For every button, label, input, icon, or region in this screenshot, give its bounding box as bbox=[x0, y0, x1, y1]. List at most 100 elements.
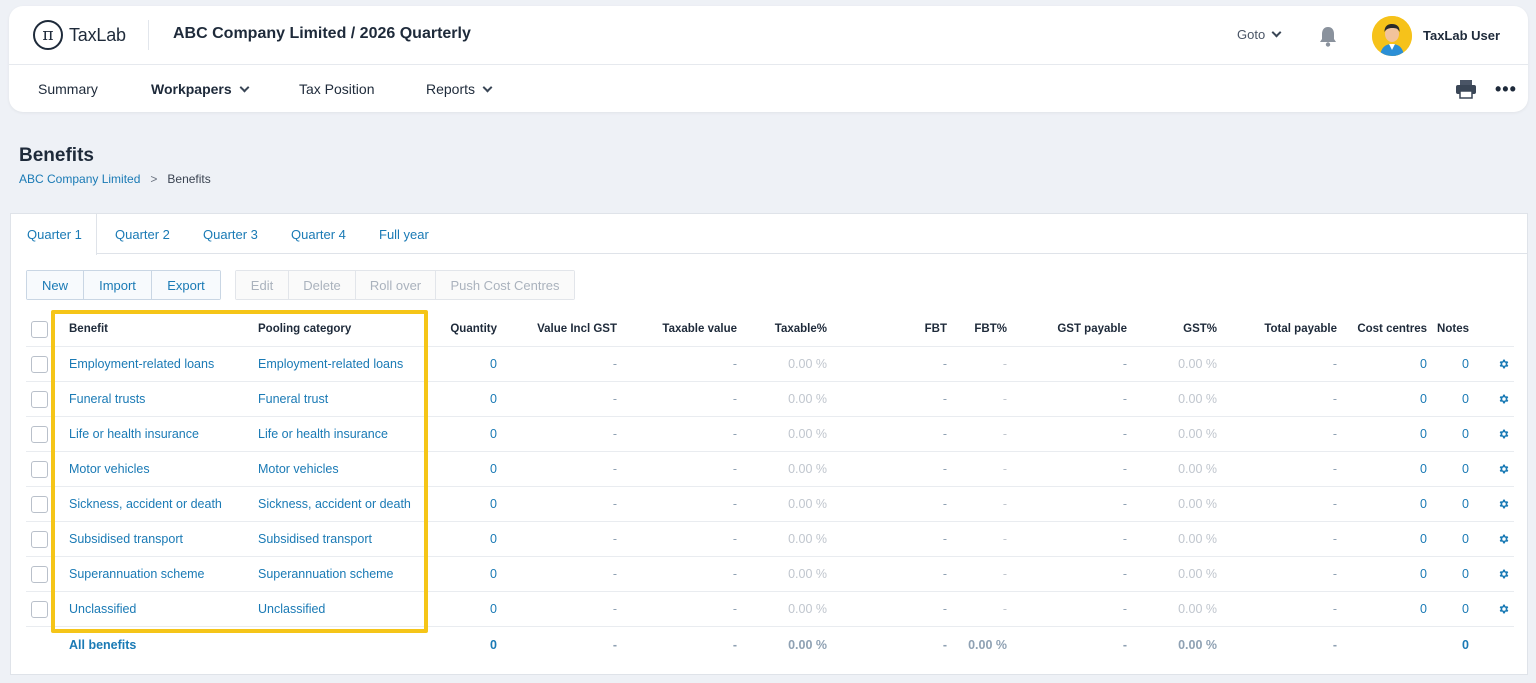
row-checkbox[interactable] bbox=[31, 600, 48, 618]
benefit-link[interactable]: Motor vehicles bbox=[69, 452, 150, 486]
benefit-link[interactable]: Employment-related loans bbox=[69, 347, 214, 381]
cost-centres-value[interactable]: 0 bbox=[1346, 522, 1427, 556]
import-button[interactable]: Import bbox=[84, 271, 152, 299]
quantity-value[interactable]: 0 bbox=[416, 347, 497, 381]
col-total-payable[interactable]: Total payable bbox=[1236, 312, 1337, 346]
new-button[interactable]: New bbox=[27, 271, 84, 299]
notes-value[interactable]: 0 bbox=[1431, 592, 1469, 626]
row-checkbox[interactable] bbox=[31, 390, 48, 408]
nav-reports[interactable]: Reports bbox=[426, 81, 493, 97]
quantity-value[interactable]: 0 bbox=[416, 522, 497, 556]
cost-centres-value[interactable]: 0 bbox=[1346, 557, 1427, 591]
benefit-link[interactable]: Sickness, accident or death bbox=[69, 487, 222, 521]
cost-centres-value[interactable]: 0 bbox=[1346, 347, 1427, 381]
export-button[interactable]: Export bbox=[152, 271, 220, 299]
col-fbt[interactable]: FBT bbox=[866, 312, 947, 346]
edit-button[interactable]: Edit bbox=[236, 271, 289, 299]
cost-centres-value[interactable]: 0 bbox=[1346, 382, 1427, 416]
col-gst-payable[interactable]: GST payable bbox=[1026, 312, 1127, 346]
tab-quarter-3[interactable]: Quarter 3 bbox=[203, 214, 258, 254]
pooling-category-link[interactable]: Unclassified bbox=[258, 592, 325, 626]
cost-centres-value[interactable]: 0 bbox=[1346, 452, 1427, 486]
more-options-icon[interactable]: ••• bbox=[1495, 79, 1517, 100]
col-value-incl-gst[interactable]: Value Incl GST bbox=[506, 312, 617, 346]
pooling-category-link[interactable]: Superannuation scheme bbox=[258, 557, 394, 591]
pooling-category-link[interactable]: Subsidised transport bbox=[258, 522, 372, 556]
pooling-category-link[interactable]: Employment-related loans bbox=[258, 347, 403, 381]
notes-value[interactable]: 0 bbox=[1431, 382, 1469, 416]
row-checkbox[interactable] bbox=[31, 530, 48, 548]
benefit-link[interactable]: Subsidised transport bbox=[69, 522, 183, 556]
roll-over-button[interactable]: Roll over bbox=[356, 271, 436, 299]
col-fbt-pct[interactable]: FBT% bbox=[956, 312, 1007, 346]
row-checkbox[interactable] bbox=[31, 355, 48, 373]
gear-icon[interactable] bbox=[1498, 568, 1510, 580]
notes-value[interactable]: 0 bbox=[1431, 557, 1469, 591]
row-checkbox[interactable] bbox=[31, 460, 48, 478]
nav-workpapers[interactable]: Workpapers bbox=[151, 81, 250, 97]
notes-value[interactable]: 0 bbox=[1431, 487, 1469, 521]
nav-tax-position[interactable]: Tax Position bbox=[299, 81, 374, 97]
col-cost-centres[interactable]: Cost centres bbox=[1346, 312, 1427, 346]
nav-reports-label: Reports bbox=[426, 81, 476, 97]
total-payable-value: - bbox=[1332, 427, 1337, 441]
quantity-value[interactable]: 0 bbox=[416, 382, 497, 416]
quantity-value[interactable]: 0 bbox=[416, 487, 497, 521]
tab-quarter-4[interactable]: Quarter 4 bbox=[291, 214, 346, 254]
col-quantity[interactable]: Quantity bbox=[416, 312, 497, 346]
col-benefit[interactable]: Benefit bbox=[69, 312, 108, 346]
all-benefits-label[interactable]: All benefits bbox=[69, 627, 136, 662]
col-gst-pct[interactable]: GST% bbox=[1136, 312, 1217, 346]
gear-icon[interactable] bbox=[1498, 428, 1510, 440]
notes-value[interactable]: 0 bbox=[1431, 452, 1469, 486]
cost-centres-value[interactable]: 0 bbox=[1346, 487, 1427, 521]
row-checkbox[interactable] bbox=[31, 565, 48, 583]
gst-payable-value: - bbox=[1122, 357, 1127, 371]
benefit-link[interactable]: Superannuation scheme bbox=[69, 557, 205, 591]
row-settings-cell bbox=[1498, 592, 1510, 626]
row-checkbox[interactable] bbox=[31, 425, 48, 443]
goto-dropdown[interactable]: Goto bbox=[1237, 27, 1282, 42]
notes-value[interactable]: 0 bbox=[1431, 347, 1469, 381]
cost-centres-value[interactable]: 0 bbox=[1346, 417, 1427, 451]
benefit-link[interactable]: Funeral trusts bbox=[69, 382, 145, 416]
pooling-category-link[interactable]: Sickness, accident or death bbox=[258, 487, 411, 521]
gear-icon[interactable] bbox=[1498, 463, 1510, 475]
col-notes[interactable]: Notes bbox=[1431, 312, 1469, 346]
notes-value[interactable]: 0 bbox=[1431, 522, 1469, 556]
user-avatar[interactable] bbox=[1372, 16, 1412, 56]
bell-icon[interactable] bbox=[1318, 25, 1338, 47]
gear-icon[interactable] bbox=[1498, 498, 1510, 510]
col-taxable-pct[interactable]: Taxable% bbox=[746, 312, 827, 346]
tab-full-year[interactable]: Full year bbox=[379, 214, 429, 254]
nav-summary[interactable]: Summary bbox=[38, 81, 98, 97]
notes-value[interactable]: 0 bbox=[1431, 417, 1469, 451]
pooling-category-link[interactable]: Motor vehicles bbox=[258, 452, 339, 486]
quantity-value[interactable]: 0 bbox=[416, 452, 497, 486]
row-checkbox[interactable] bbox=[31, 495, 48, 513]
quantity-value[interactable]: 0 bbox=[416, 592, 497, 626]
gear-icon[interactable] bbox=[1498, 533, 1510, 545]
tab-quarter-1[interactable]: Quarter 1 bbox=[11, 214, 97, 255]
app-logo[interactable]: π TaxLab bbox=[33, 20, 126, 50]
quantity-value[interactable]: 0 bbox=[416, 417, 497, 451]
col-pooling-category[interactable]: Pooling category bbox=[258, 312, 351, 346]
quantity-value[interactable]: 0 bbox=[416, 557, 497, 591]
col-taxable-value[interactable]: Taxable value bbox=[626, 312, 737, 346]
benefit-link[interactable]: Life or health insurance bbox=[69, 417, 199, 451]
breadcrumb-parent[interactable]: ABC Company Limited bbox=[19, 172, 140, 186]
gear-icon[interactable] bbox=[1498, 358, 1510, 370]
tab-quarter-2[interactable]: Quarter 2 bbox=[115, 214, 170, 254]
printer-icon[interactable] bbox=[1455, 79, 1477, 99]
gear-icon[interactable] bbox=[1498, 603, 1510, 615]
user-name[interactable]: TaxLab User bbox=[1423, 28, 1500, 43]
delete-button[interactable]: Delete bbox=[289, 271, 356, 299]
benefit-link[interactable]: Unclassified bbox=[69, 592, 136, 626]
push-cost-centres-button[interactable]: Push Cost Centres bbox=[436, 271, 574, 299]
cost-centres-value[interactable]: 0 bbox=[1346, 592, 1427, 626]
pooling-category-link[interactable]: Funeral trust bbox=[258, 382, 328, 416]
pooling-category-link[interactable]: Life or health insurance bbox=[258, 417, 388, 451]
gear-icon[interactable] bbox=[1498, 393, 1510, 405]
select-all-checkbox[interactable] bbox=[31, 320, 48, 338]
goto-label: Goto bbox=[1237, 27, 1266, 42]
